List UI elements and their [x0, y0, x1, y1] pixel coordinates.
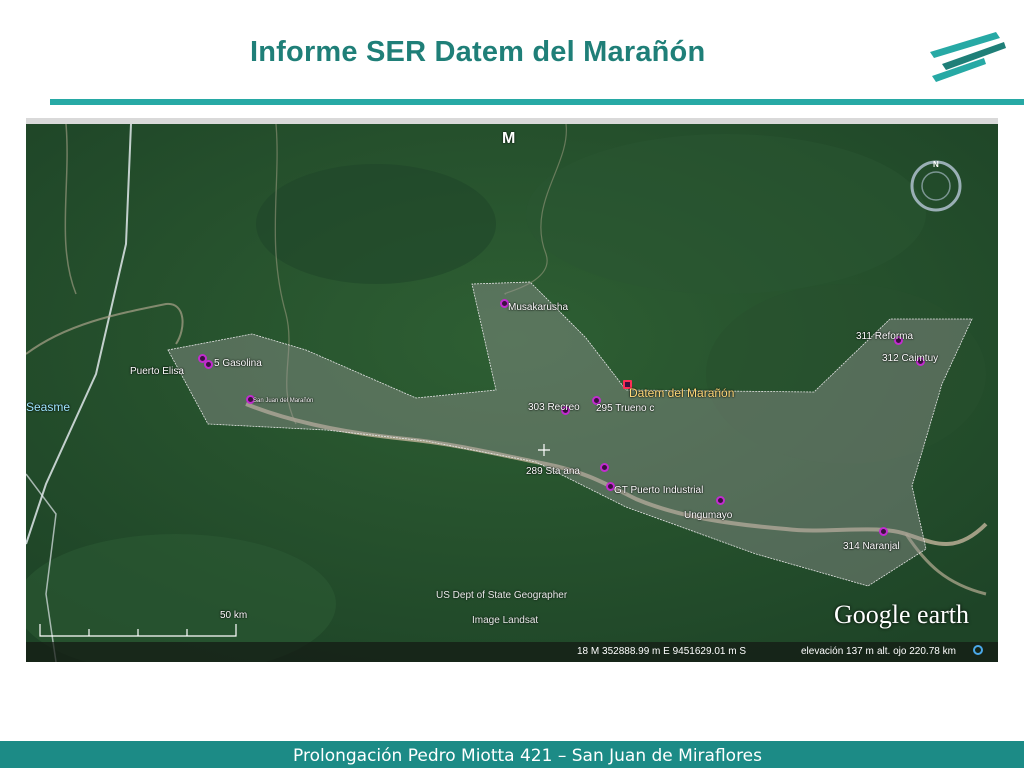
label-datem: Datem del Marañón [629, 386, 735, 400]
marker-naranjal[interactable] [879, 527, 888, 536]
footer-bar: Prolongación Pedro Miotta 421 – San Juan… [0, 741, 1024, 768]
scale-label: 50 km [220, 610, 248, 621]
label-trueno: 295 Trueno c [596, 403, 655, 414]
label-musakarusha: Musakarusha [508, 302, 569, 313]
label-seasme: Seasme [26, 400, 71, 414]
google-earth-logo: Google earth [834, 600, 970, 629]
marker-gasolina-2[interactable] [204, 360, 213, 369]
credit-landsat: Image Landsat [472, 615, 539, 626]
label-ungumayo: Ungumayo [684, 510, 733, 521]
status-elevation: elevación 137 m [801, 646, 874, 657]
slide-title: Informe SER Datem del Marañón [250, 36, 706, 68]
label-naranjal: 314 Naranjal [843, 541, 900, 552]
title-underline [50, 99, 1024, 105]
label-reforma: 311 Reforma [856, 331, 914, 342]
satellite-map[interactable]: M N Musakarusha 311 Reforma 312 Caimtuy … [26, 124, 998, 662]
footer-address: Prolongación Pedro Miotta 421 – San Juan… [293, 746, 763, 766]
marker-sta-ana[interactable] [600, 463, 609, 472]
label-gasolina: 5 Gasolina [214, 358, 262, 369]
status-eye-altitude: alt. ojo 220.78 km [877, 646, 956, 657]
marker-ungumayo[interactable] [716, 496, 725, 505]
compass-north[interactable]: N [933, 160, 939, 169]
label-sta-ana: 289 Sta ana [526, 466, 580, 477]
label-recreo: 303 Recreo [528, 402, 580, 413]
label-river-small: San Juan del Marañón [253, 398, 314, 404]
credit-geographer: US Dept of State Geographer [436, 590, 568, 601]
company-logo [930, 32, 1006, 82]
label-puerto-elisa: Puerto Elisa [130, 366, 184, 377]
label-puerto-industrial: GT Puerto Industrial [614, 485, 704, 496]
status-bar: 18 M 352888.99 m E 9451629.01 m S elevac… [26, 642, 998, 662]
label-caimtuy: 312 Caimtuy [882, 353, 939, 364]
top-marker[interactable]: M [502, 130, 515, 148]
map-terrain [26, 124, 998, 662]
streaming-indicator-icon [973, 645, 983, 655]
status-coordinates: 18 M 352888.99 m E 9451629.01 m S [577, 646, 747, 657]
